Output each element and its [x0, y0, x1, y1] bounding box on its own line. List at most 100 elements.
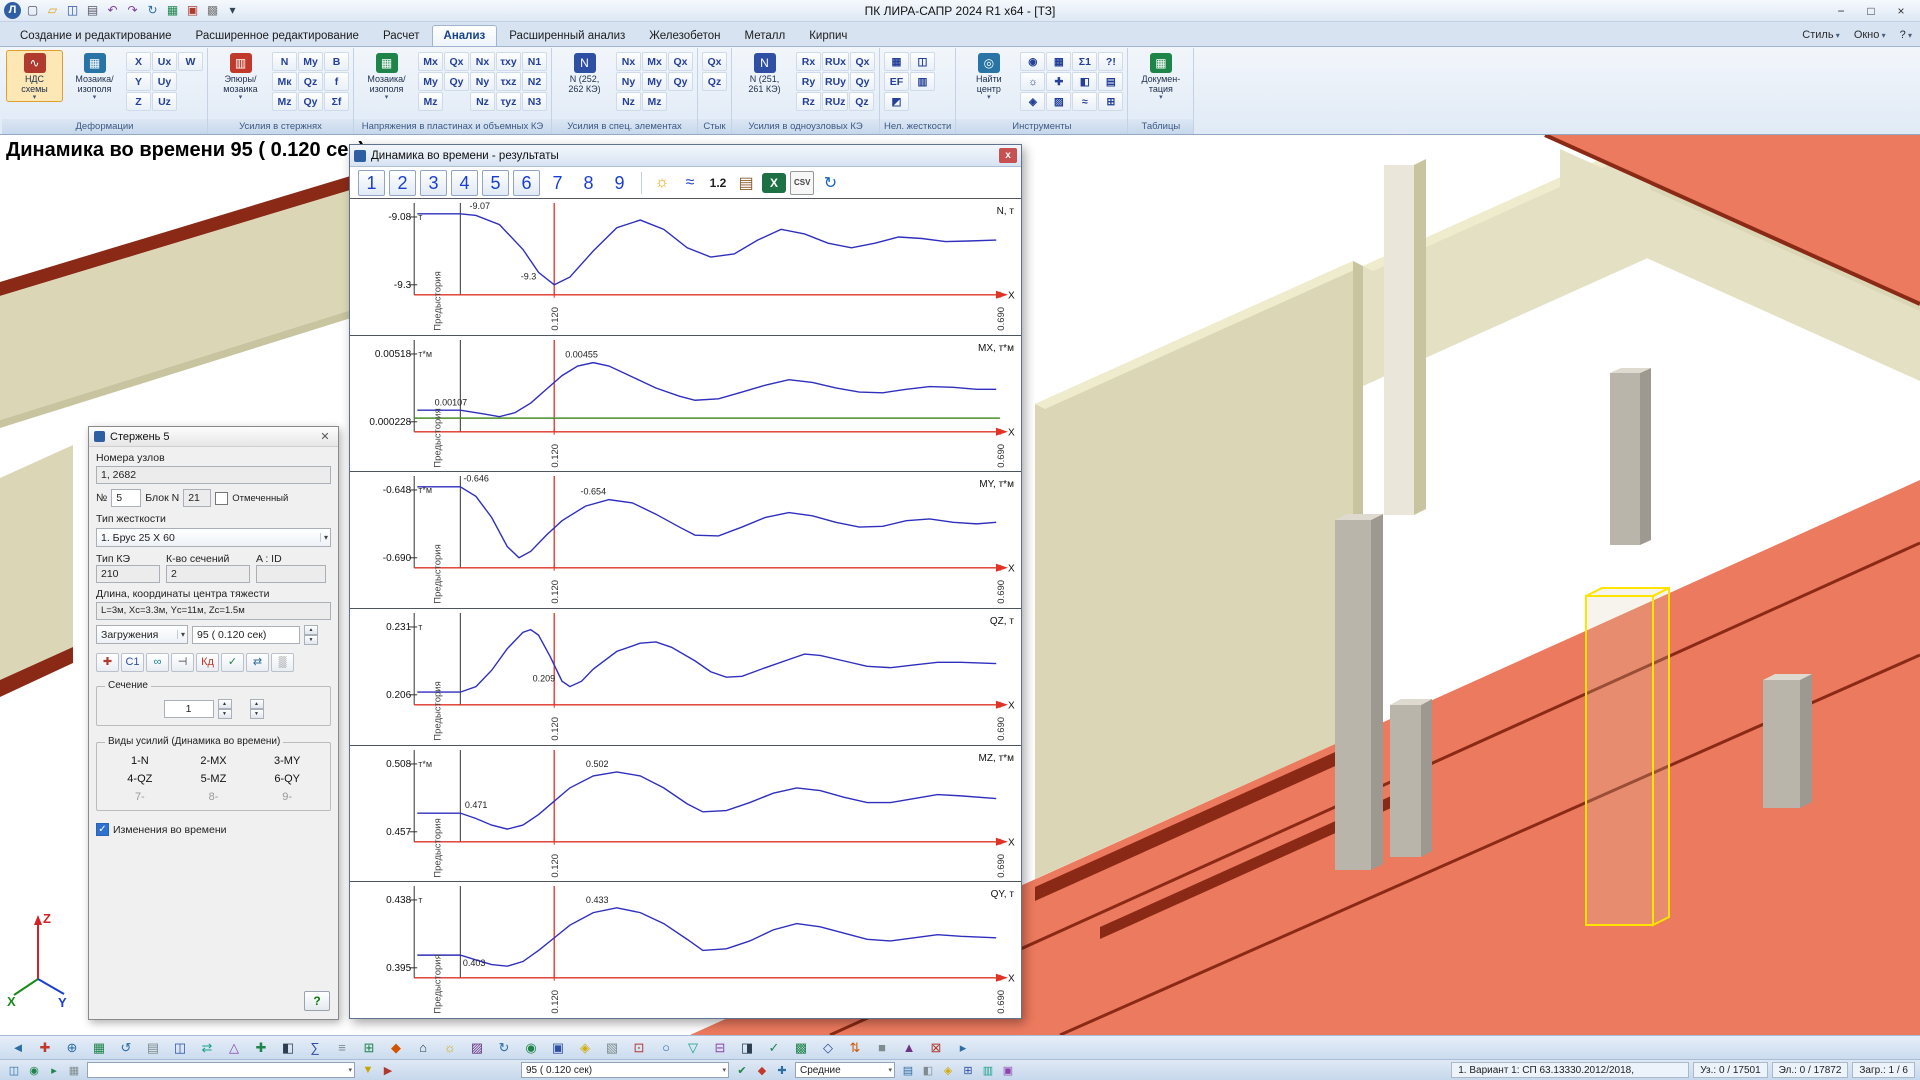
ribbon-small-button-n1[interactable]: N1 — [522, 52, 547, 71]
status-icon[interactable]: ⊞ — [959, 1064, 977, 1077]
result-component-button-1[interactable]: 1 — [358, 170, 385, 196]
ribbon-small-button-nz[interactable]: Nz — [616, 92, 641, 111]
toolbar-icon[interactable]: ≡ — [332, 1038, 352, 1057]
ribbon-small-button-xy[interactable]: τxy — [496, 52, 521, 71]
time-history-checkbox[interactable]: ✓ — [96, 823, 109, 836]
new-document-icon[interactable]: ▢ — [24, 2, 41, 19]
mosaic-icon[interactable]: ▦ — [164, 2, 181, 19]
time-step-combo[interactable]: 95 ( 0.120 сек) ▾ — [521, 1062, 729, 1078]
refresh-icon[interactable]: ↻ — [818, 171, 842, 195]
check-icon[interactable]: ✓ — [221, 653, 244, 672]
toolbar-icon[interactable]: ▽ — [683, 1038, 703, 1057]
c1-icon[interactable]: C1 — [121, 653, 144, 672]
column[interactable] — [1390, 699, 1432, 857]
ribbon-small-button-[interactable]: ▦ — [1046, 52, 1071, 71]
ribbon-small-button-n3[interactable]: N3 — [522, 92, 547, 111]
ribbon-small-button-ef[interactable]: EF — [884, 72, 909, 91]
ribbon-small-button-w[interactable]: W — [178, 52, 203, 71]
force-type-1-n[interactable]: 1-N — [103, 755, 177, 767]
ribbon-small-button-f[interactable]: Σf — [324, 92, 349, 111]
ribbon-small-button-ny[interactable]: Ny — [470, 72, 495, 91]
ribbon-small-button-yz[interactable]: τyz — [496, 92, 521, 111]
force-type-2-mx[interactable]: 2-MX — [177, 755, 251, 767]
tab-расширенное-редактирование[interactable]: Расширенное редактирование — [184, 25, 371, 46]
toolbar-icon[interactable]: ▦ — [89, 1038, 109, 1057]
ribbon-small-button-[interactable]: ◩ — [884, 92, 909, 111]
ribbon-small-button-[interactable]: ▦ — [884, 52, 909, 71]
toolbar-icon[interactable]: ▨ — [467, 1038, 487, 1057]
ribbon-button-эпюры-мозаика[interactable]: ▥Эпюры/мозаика▾ — [212, 50, 269, 102]
toolbar-icon[interactable]: ▤ — [143, 1038, 163, 1057]
toolbar-icon[interactable]: ☼ — [440, 1038, 460, 1057]
column[interactable] — [1335, 514, 1383, 870]
ribbon-small-button-z[interactable]: Z — [126, 92, 151, 111]
toolbar-icon[interactable]: ■ — [872, 1038, 892, 1057]
end-icon[interactable]: ⊣ — [171, 653, 194, 672]
ribbon-small-button-rz[interactable]: Rz — [796, 92, 821, 111]
ribbon-small-button-x[interactable]: X — [126, 52, 151, 71]
ribbon-button-мозаика-изополя[interactable]: ▦Мозаика/изополя▾ — [358, 50, 415, 102]
selected-column-highlight[interactable] — [1586, 588, 1669, 925]
help-button[interactable]: ? — [304, 991, 330, 1011]
ribbon-small-button-[interactable]: ◧ — [1072, 72, 1097, 91]
section-spinner[interactable]: ▲▼ — [218, 699, 232, 718]
ribbon-small-button-[interactable]: ▤ — [1098, 72, 1123, 91]
toolbar-icon[interactable]: ⊠ — [926, 1038, 946, 1057]
toolbar-icon[interactable]: ◧ — [278, 1038, 298, 1057]
book-icon[interactable]: ▣ — [184, 2, 201, 19]
ribbon-small-button-ruy[interactable]: RUy — [822, 72, 849, 91]
ribbon-small-button-[interactable]: ☼ — [1020, 72, 1045, 91]
ribbon-small-button-ruz[interactable]: RUz — [822, 92, 848, 111]
force-type-7[interactable]: 7- — [103, 791, 177, 803]
toolbar-icon[interactable]: ↻ — [494, 1038, 514, 1057]
tab-создание-и-редактирование[interactable]: Создание и редактирование — [8, 25, 184, 46]
result-component-button-5[interactable]: 5 — [482, 170, 509, 196]
customize-arrow-icon[interactable]: ▾ — [224, 2, 241, 19]
force-type-6-qy[interactable]: 6-QY — [250, 773, 324, 785]
ribbon-small-button-uz[interactable]: Uz — [152, 92, 177, 111]
toolbar-icon[interactable]: ▧ — [602, 1038, 622, 1057]
ribbon-small-button-my[interactable]: My — [418, 72, 443, 91]
ribbon-small-button-[interactable]: ▥ — [910, 72, 935, 91]
toolbar-icon[interactable]: ✓ — [764, 1038, 784, 1057]
ribbon-small-button-[interactable]: ▨ — [1046, 92, 1071, 111]
toolbar-icon[interactable]: ↺ — [116, 1038, 136, 1057]
ribbon-small-button-[interactable]: ◉ — [1020, 52, 1045, 71]
status-empty-combo[interactable]: ▾ — [87, 1062, 355, 1078]
ribbon-small-button-my[interactable]: My — [642, 72, 667, 91]
result-component-button-3[interactable]: 3 — [420, 170, 447, 196]
ribbon-small-button-mx[interactable]: Mx — [642, 52, 667, 71]
result-component-button-7[interactable]: 7 — [544, 170, 571, 196]
loading-step-spinner[interactable]: ▲▼ — [304, 625, 318, 644]
ribbon-small-button-uy[interactable]: Uy — [152, 72, 177, 91]
result-component-button-8[interactable]: 8 — [575, 170, 602, 196]
ribbon-small-button-qz[interactable]: Qz — [702, 72, 727, 91]
design-variant[interactable]: 1. Вариант 1: СП 63.13330.2012/2018, — [1451, 1062, 1689, 1078]
status-icon[interactable]: ◫ — [5, 1064, 23, 1077]
close-button[interactable]: × — [1886, 2, 1916, 20]
scale-button[interactable]: 1.2 — [706, 171, 730, 195]
panel-title-bar[interactable]: Стержень 5 ✕ — [89, 427, 338, 447]
ribbon-small-button-nx[interactable]: Nx — [470, 52, 495, 71]
ribbon-small-button-qx[interactable]: Qx — [850, 52, 875, 71]
status-icon[interactable]: ▤ — [899, 1064, 917, 1077]
swap-icon[interactable]: ⇄ — [246, 653, 269, 672]
ribbon-small-button-y[interactable]: Y — [126, 72, 151, 91]
ribbon-small-button-qy[interactable]: Qy — [444, 72, 469, 91]
open-icon[interactable]: ▱ — [44, 2, 61, 19]
maximize-button[interactable]: □ — [1856, 2, 1886, 20]
ribbon-small-button-nz[interactable]: Nz — [470, 92, 495, 111]
ribbon-small-button-xz[interactable]: τxz — [496, 72, 521, 91]
ribbon-small-button-[interactable]: ✚ — [1046, 72, 1071, 91]
force-type-4-qz[interactable]: 4-QZ — [103, 773, 177, 785]
status-icon[interactable]: ▶ — [379, 1064, 397, 1077]
ribbon-button-n-251-261-кэ[interactable]: NN (251,261 КЭ) — [736, 50, 793, 95]
force-type-5-mz[interactable]: 5-MZ — [177, 773, 251, 785]
ribbon-small-button-rux[interactable]: RUx — [822, 52, 849, 71]
ribbon-small-button-ny[interactable]: Ny — [616, 72, 641, 91]
column[interactable] — [1610, 368, 1651, 545]
ribbon-button-ндс-схемы[interactable]: ∿НДСсхемы▾ — [6, 50, 63, 102]
ribbon-small-button-qx[interactable]: Qx — [702, 52, 727, 71]
ribbon-small-button-rx[interactable]: Rx — [796, 52, 821, 71]
toolbar-icon[interactable]: ⊡ — [629, 1038, 649, 1057]
